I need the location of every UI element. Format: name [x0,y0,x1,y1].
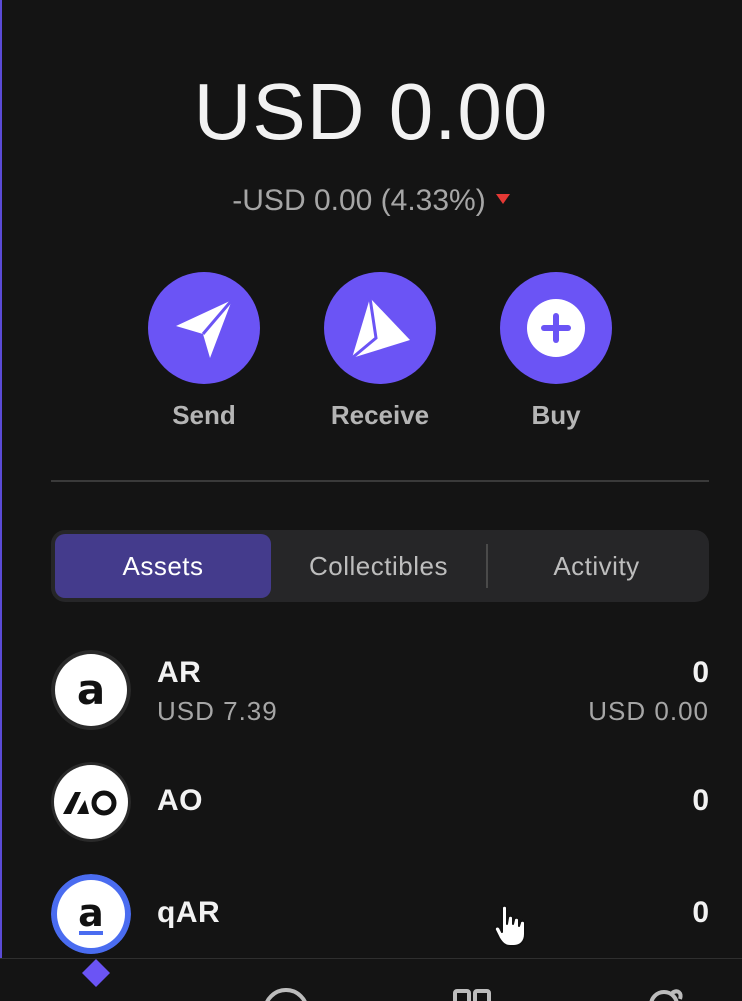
compass-icon [265,988,307,1001]
tab-bar: Assets Collectibles Activity [51,530,709,602]
asset-price: USD 7.39 [157,696,278,726]
asset-row-ao[interactable]: AO 0 [51,762,709,842]
send-circle[interactable] [148,272,260,384]
receive-arrow-icon [351,297,410,360]
buy-label: Buy [531,400,581,430]
qar-logo-icon: a [51,874,131,954]
asset-row-qar[interactable]: a qAR 0 [51,874,709,954]
plus-circle-icon [527,299,585,357]
receive-circle[interactable] [324,272,436,384]
asset-amount: 0 [692,656,709,689]
asset-symbol: AO [157,784,203,817]
bottom-nav [0,958,742,1001]
send-label: Send [172,400,236,430]
grid-icon [453,989,491,1001]
tab-activity[interactable]: Activity [488,534,705,598]
nav-home[interactable] [66,959,126,1001]
tab-assets[interactable]: Assets [55,534,271,598]
asset-symbol: qAR [157,896,221,929]
settings-icon [649,989,683,1001]
ar-logo-icon: a [51,650,131,730]
section-divider [51,480,709,482]
asset-amount: 0 [692,896,709,929]
svg-text:a: a [77,665,105,714]
balance-change: -USD 0.00 (4.33%) [0,184,742,218]
send-button[interactable]: Send [148,272,260,431]
tab-collectibles[interactable]: Collectibles [271,534,486,598]
down-arrow-icon [495,194,510,205]
asset-symbol: AR [157,656,202,689]
balance-change-text: -USD 0.00 (4.33%) [232,184,486,217]
asset-amount: 0 [692,784,709,817]
home-icon [82,959,110,987]
nav-explore[interactable] [256,959,316,1001]
buy-button[interactable]: Buy [500,272,612,431]
asset-row-ar[interactable]: a AR USD 7.39 0 USD 0.00 [51,650,709,730]
paper-plane-icon [176,299,234,358]
hand-cursor-icon [493,904,526,947]
nav-settings[interactable] [632,959,692,1001]
receive-button[interactable]: Receive [324,272,436,431]
svg-text:a: a [78,891,104,935]
receive-label: Receive [330,400,430,430]
asset-value: USD 0.00 [588,696,709,726]
total-balance: USD 0.00 [193,67,549,156]
nav-apps[interactable] [444,959,504,1001]
action-buttons: Send Receive Buy [148,272,612,431]
buy-circle[interactable] [500,272,612,384]
ao-logo-icon [51,762,131,842]
